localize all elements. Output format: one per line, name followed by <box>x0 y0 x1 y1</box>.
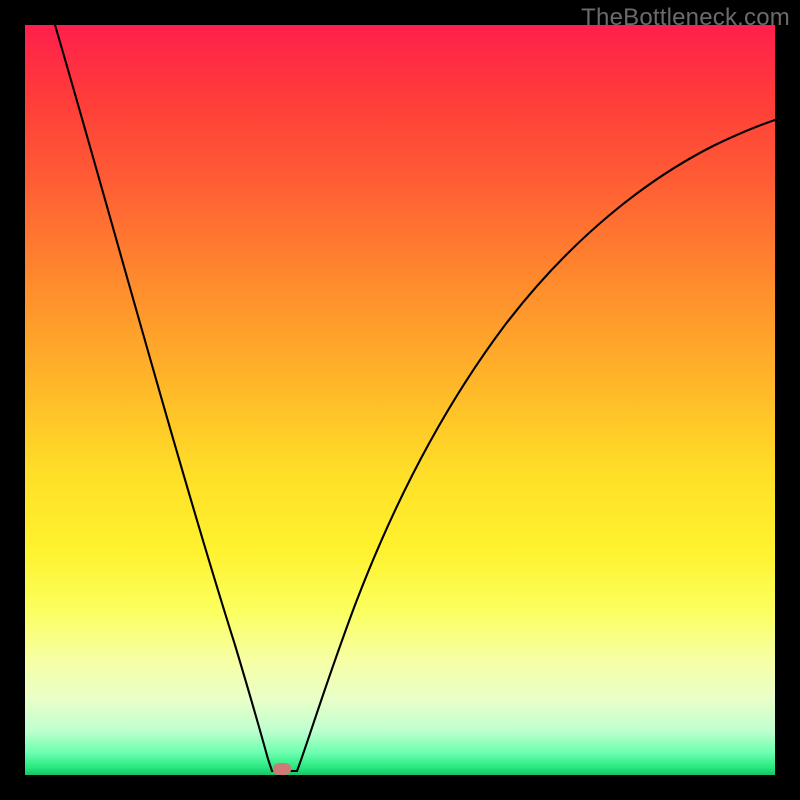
watermark-text: TheBottleneck.com <box>581 4 790 32</box>
plot-area <box>25 25 775 775</box>
optimal-point-marker <box>273 763 291 775</box>
bottleneck-curve <box>25 25 775 775</box>
chart-frame: TheBottleneck.com <box>0 0 800 800</box>
